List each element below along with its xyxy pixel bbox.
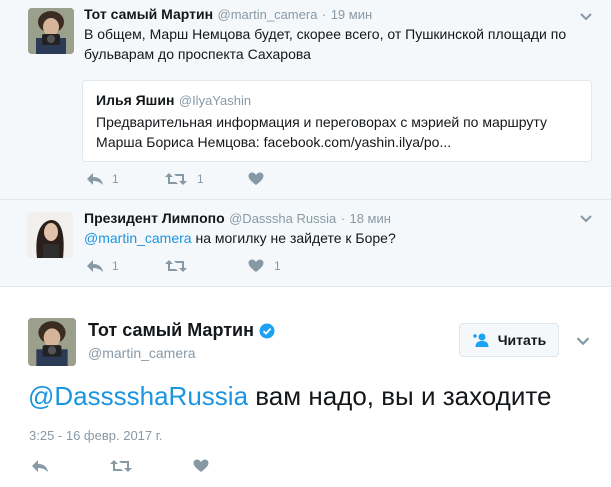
- tweet-header: Тот самый Мартин @martin_camera · 19 мин: [84, 6, 372, 24]
- avatar-image: [28, 8, 74, 54]
- retweet-button[interactable]: 1: [165, 172, 204, 186]
- avatar-image: [28, 318, 76, 366]
- separator-dot: ·: [321, 7, 327, 22]
- reply-button[interactable]: 1: [86, 172, 119, 186]
- heart-icon: [248, 259, 264, 272]
- avatar-image: [27, 212, 73, 258]
- tweet-text: В общем, Марш Немцова будет, скорее всег…: [84, 24, 594, 64]
- author-name[interactable]: Тот самый Мартин: [84, 6, 213, 22]
- like-button[interactable]: [193, 459, 209, 473]
- chevron-down-icon[interactable]: [575, 336, 591, 347]
- tweet-time[interactable]: 19 мин: [331, 7, 372, 22]
- reply-count: 1: [112, 259, 119, 273]
- tweet-text-line: В общем, Марш Немцова будет, скорее всег…: [84, 26, 567, 42]
- author-name[interactable]: Президент Лимпопо: [84, 210, 225, 226]
- avatar[interactable]: [28, 318, 76, 366]
- author-name[interactable]: Тот самый Мартин: [88, 320, 254, 341]
- reply-icon: [87, 260, 103, 272]
- follow-button[interactable]: Читать: [459, 323, 559, 357]
- mention-link[interactable]: @martin_camera: [84, 230, 192, 246]
- divider: [0, 286, 611, 287]
- quote-author-handle: @IlyaYashin: [178, 93, 252, 108]
- tweet-time[interactable]: 18 мин: [349, 211, 390, 226]
- chevron-down-icon[interactable]: [579, 214, 593, 224]
- avatar[interactable]: [27, 212, 73, 258]
- reply-button[interactable]: 1: [86, 259, 119, 273]
- tweet-header: Президент Лимпопо @Dasssha Russia · 18 м…: [84, 210, 391, 228]
- retweet-button[interactable]: [110, 459, 132, 473]
- main-author[interactable]: Тот самый Мартин: [88, 320, 275, 341]
- avatar[interactable]: [28, 8, 74, 54]
- like-count: 1: [274, 259, 281, 273]
- author-handle[interactable]: @Dasssha Russia: [229, 211, 336, 226]
- tweet-text-line: бульварам до проспекта Сахарова: [84, 46, 311, 62]
- retweet-icon: [165, 173, 187, 185]
- chevron-down-icon[interactable]: [579, 12, 593, 22]
- main-tweet-text: @DasssshaRussia вам надо, вы и заходите: [28, 380, 551, 412]
- separator-dot: ·: [340, 211, 346, 226]
- quote-text-line: Предварительная информация и переговорах…: [96, 114, 547, 130]
- follow-user-icon: [472, 333, 489, 347]
- quote-header: Илья Яшин @IlyaYashin: [96, 92, 251, 110]
- quoted-tweet[interactable]: Илья Яшин @IlyaYashin Предварительная ин…: [82, 80, 592, 162]
- like-button[interactable]: [248, 172, 272, 186]
- heart-icon: [193, 459, 209, 472]
- quote-author-name: Илья Яшин: [96, 92, 175, 108]
- retweet-count: 1: [197, 172, 204, 186]
- retweet-icon: [110, 460, 132, 472]
- author-handle[interactable]: @martin_camera: [218, 7, 318, 22]
- reply-icon: [32, 460, 48, 472]
- heart-icon: [248, 172, 264, 185]
- verified-icon: [259, 323, 275, 338]
- author-handle[interactable]: @martin_camera: [88, 345, 196, 361]
- reply-button[interactable]: [31, 459, 49, 473]
- reply-icon: [87, 173, 103, 185]
- mention-link[interactable]: @DasssshaRussia: [28, 381, 248, 411]
- reply-count: 1: [112, 172, 119, 186]
- retweet-button[interactable]: [165, 259, 197, 273]
- divider: [0, 199, 611, 200]
- tweet-text-body: на могилку не зайдете к Боре?: [191, 230, 396, 246]
- tweet-timestamp[interactable]: 3:25 - 16 февр. 2017 г.: [29, 428, 163, 443]
- tweet-text: @martin_camera на могилку не зайдете к Б…: [84, 228, 396, 248]
- like-button[interactable]: 1: [248, 259, 281, 273]
- quote-text-line: Марша Бориса Немцова: facebook.com/yashi…: [96, 134, 452, 150]
- quote-text: Предварительная информация и переговорах…: [96, 112, 586, 152]
- tweet-text-body: вам надо, вы и заходите: [248, 381, 552, 411]
- follow-label: Читать: [497, 332, 547, 348]
- retweet-icon: [165, 260, 187, 272]
